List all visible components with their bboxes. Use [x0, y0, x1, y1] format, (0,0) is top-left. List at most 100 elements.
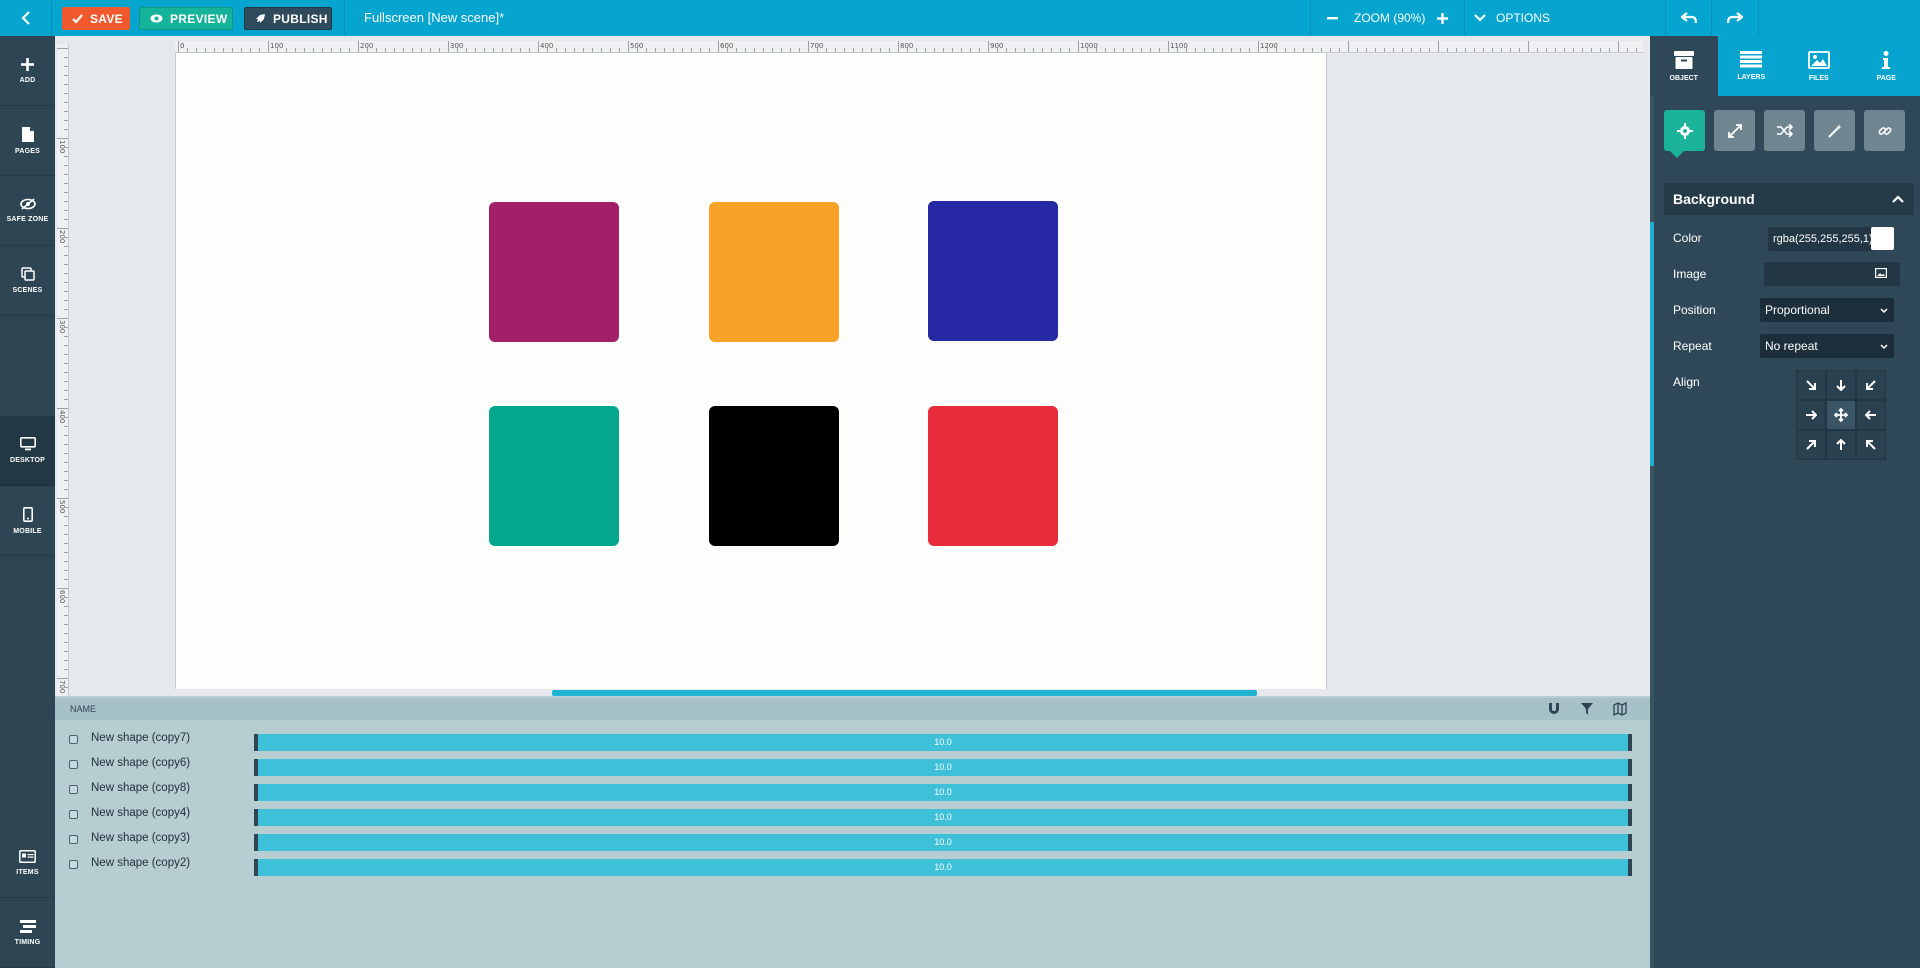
align-middle-left[interactable] — [1796, 400, 1826, 430]
tab-object[interactable]: OBJECT — [1650, 36, 1718, 96]
tool-settings[interactable] — [1664, 110, 1705, 151]
row-checkbox[interactable] — [69, 835, 78, 844]
tool-effects[interactable] — [1814, 110, 1855, 151]
position-select[interactable]: Proportional — [1760, 298, 1894, 322]
ruler-tick — [64, 579, 68, 580]
align-center[interactable] — [1826, 400, 1856, 430]
preview-button[interactable]: PREVIEW — [139, 7, 233, 30]
ruler-tick — [1015, 48, 1016, 52]
ruler-tick — [745, 48, 746, 52]
timeline-bar[interactable]: 10.0 — [254, 784, 1632, 801]
ruler-tick — [619, 48, 620, 52]
background-section-header[interactable]: Background — [1664, 183, 1914, 215]
sidebar-item-add[interactable]: ADD — [0, 36, 55, 106]
map-icon[interactable] — [1613, 702, 1627, 716]
shape-red[interactable] — [928, 406, 1058, 546]
panel-scrollbar[interactable] — [1650, 36, 1654, 968]
options-dropdown[interactable]: OPTIONS — [1464, 0, 1550, 36]
timeline-bar[interactable]: 10.0 — [254, 859, 1632, 876]
row-checkbox[interactable] — [69, 735, 78, 744]
magnet-icon[interactable] — [1547, 702, 1561, 716]
sidebar-item-timing[interactable]: TIMING — [0, 898, 55, 968]
ruler-tick — [826, 48, 827, 52]
ruler-tick — [1636, 48, 1637, 52]
filter-icon[interactable] — [1580, 702, 1594, 716]
scrollbar-thumb[interactable] — [1650, 222, 1654, 466]
zoom-out-button[interactable] — [1320, 0, 1344, 36]
mobile-icon — [22, 506, 33, 522]
color-field[interactable]: rgba(255,255,255,1) — [1768, 227, 1874, 251]
shape-blue[interactable] — [928, 201, 1058, 341]
sidebar-item-mobile[interactable]: MOBILE — [0, 486, 55, 556]
timeline-row[interactable]: New shape (copy4) 10.0 — [55, 803, 1650, 828]
ruler-tick — [934, 48, 935, 52]
align-bottom-center[interactable] — [1826, 430, 1856, 460]
tool-resize[interactable] — [1714, 110, 1755, 151]
vertical-ruler: 100 200 300 400 500 600 700 — [57, 44, 69, 696]
timeline-row[interactable]: New shape (copy2) 10.0 — [55, 853, 1650, 878]
tool-link[interactable] — [1864, 110, 1905, 151]
ruler-tick — [64, 111, 68, 112]
timeline-bar[interactable]: 10.0 — [254, 834, 1632, 851]
tab-layers[interactable]: LAYERS — [1718, 36, 1786, 96]
timeline-bar[interactable]: 10.0 — [254, 759, 1632, 776]
shape-teal[interactable] — [489, 406, 619, 546]
ruler-tick — [403, 48, 404, 52]
save-button[interactable]: SAVE — [62, 7, 130, 30]
ruler-tick — [241, 48, 242, 52]
sidebar-item-safe-zone[interactable]: SAFE ZONE — [0, 176, 55, 246]
align-top-right[interactable] — [1856, 370, 1886, 400]
minus-icon — [1326, 16, 1338, 19]
shape-magenta[interactable] — [489, 202, 619, 342]
shape-black[interactable] — [709, 406, 839, 546]
align-top-center[interactable] — [1826, 370, 1856, 400]
publish-button[interactable]: PUBLISH — [244, 7, 332, 30]
redo-button[interactable] — [1712, 0, 1758, 36]
ruler-tick — [385, 48, 386, 52]
check-icon — [72, 13, 83, 24]
ruler-tick — [64, 543, 68, 544]
chevron-down-icon — [1474, 14, 1486, 22]
ruler-tick — [64, 174, 68, 175]
sidebar-item-desktop[interactable]: DESKTOP — [0, 416, 55, 486]
ruler-tick — [1213, 48, 1214, 52]
sidebar-item-items[interactable]: ITEMS — [0, 828, 55, 898]
ruler-tick — [1303, 48, 1304, 52]
repeat-select[interactable]: No repeat — [1760, 334, 1894, 358]
tool-shuffle[interactable] — [1764, 110, 1805, 151]
ruler-tick — [64, 183, 68, 184]
align-middle-right[interactable] — [1856, 400, 1886, 430]
row-checkbox[interactable] — [69, 810, 78, 819]
ruler-tick — [1501, 48, 1502, 52]
color-swatch[interactable] — [1871, 227, 1894, 250]
ruler-tick — [421, 48, 422, 52]
ruler-tick — [1042, 48, 1043, 52]
ruler-tick — [961, 48, 962, 52]
timeline-bar[interactable]: 10.0 — [254, 809, 1632, 826]
shape-orange[interactable] — [709, 202, 839, 342]
timeline-row[interactable]: New shape (copy3) 10.0 — [55, 828, 1650, 853]
align-bottom-right[interactable] — [1856, 430, 1886, 460]
align-bottom-left[interactable] — [1796, 430, 1826, 460]
back-button[interactable] — [0, 0, 52, 36]
tab-files[interactable]: FILES — [1785, 36, 1853, 96]
sidebar-item-pages[interactable]: PAGES — [0, 106, 55, 176]
tab-page[interactable]: PAGE — [1853, 36, 1920, 96]
timeline-row[interactable]: New shape (copy8) 10.0 — [55, 778, 1650, 803]
row-checkbox[interactable] — [69, 860, 78, 869]
ruler-tick — [214, 48, 215, 52]
sidebar-item-scenes[interactable]: SCENES — [0, 246, 55, 316]
ruler-tick — [853, 48, 854, 52]
timeline-row[interactable]: New shape (copy7) 10.0 — [55, 728, 1650, 753]
row-checkbox[interactable] — [69, 760, 78, 769]
ruler-tick — [1447, 48, 1448, 52]
archive-icon — [1673, 50, 1694, 69]
timeline-row[interactable]: New shape (copy6) 10.0 — [55, 753, 1650, 778]
align-top-left[interactable] — [1796, 370, 1826, 400]
zoom-in-button[interactable] — [1430, 0, 1454, 36]
ruler-tick — [1186, 48, 1187, 52]
undo-button[interactable] — [1666, 0, 1712, 36]
row-checkbox[interactable] — [69, 785, 78, 794]
timeline-bar[interactable]: 10.0 — [254, 734, 1632, 751]
stage[interactable] — [175, 53, 1327, 689]
